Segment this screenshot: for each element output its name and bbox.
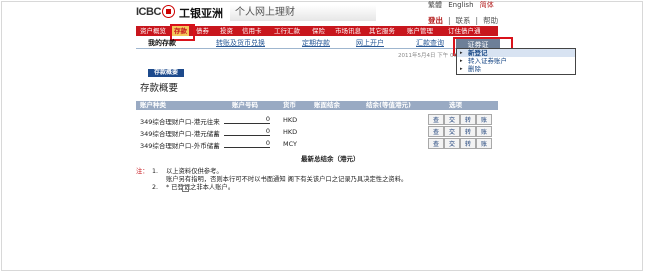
col-account-type: 账户种类: [140, 101, 166, 109]
transfer-button[interactable]: 转: [460, 114, 476, 125]
account-type: 349综合理财户口-外币储蓄: [140, 142, 220, 150]
nav-item-securities[interactable]: 订住债户通: [448, 26, 481, 36]
transaction-button[interactable]: 交: [444, 126, 460, 137]
help-link[interactable]: 帮助: [483, 16, 498, 25]
enquiry-button[interactable]: 查: [428, 138, 444, 149]
icbc-logo-icon: [162, 5, 175, 18]
notes: 注： 1. 以上资料仅供参考。 账户另有指明，否则本行可不时以书面通知 阁下有关…: [136, 168, 496, 208]
col-currency: 货币: [283, 101, 296, 109]
nav-item-account-mgmt[interactable]: 账户管理: [407, 26, 433, 36]
lang-traditional[interactable]: 繁體: [428, 1, 442, 9]
currency: MCY: [283, 140, 298, 148]
page-title: 存款概要: [140, 83, 179, 94]
transaction-button[interactable]: 交: [444, 114, 460, 125]
transfer-button[interactable]: 转: [460, 126, 476, 137]
nav-item-credit-card[interactable]: 信用卡: [242, 26, 262, 36]
account-type: 349综合理财户口-港元往来: [140, 118, 220, 126]
summary-tab: 存款概要: [148, 69, 184, 77]
total-balance-label: 最新总结余（港元）: [301, 155, 360, 163]
account-number-value: 0: [224, 139, 270, 148]
enquiry-button[interactable]: 查: [428, 126, 444, 137]
col-options: 选项: [449, 101, 462, 109]
statement-button[interactable]: 账: [476, 126, 492, 137]
brand-logo-text: ICBC: [136, 6, 161, 18]
subnav-time-deposit[interactable]: 定期存款: [302, 38, 330, 48]
table-row: 349综合理财户口-港元往来 0 HKD 查 交 转 账: [136, 114, 498, 126]
subnav-remit-enquiry[interactable]: 汇款查询: [416, 38, 444, 48]
securities-dropdown: 新登记 转入证券账户 删除: [456, 48, 576, 75]
logout-link[interactable]: 登出: [428, 16, 443, 25]
subnav-transfer-fx[interactable]: 转账及货币兑换: [216, 38, 265, 48]
currency: HKD: [283, 116, 298, 124]
account-type: 349综合理财户口-港元储蓄: [140, 130, 220, 138]
notes-marker: 注：: [136, 168, 149, 175]
note-number: 1.: [152, 168, 159, 175]
account-number-value: 0: [224, 115, 270, 124]
transaction-button[interactable]: 交: [444, 138, 460, 149]
nav-item-insurance[interactable]: 保险: [312, 26, 325, 36]
login-timestamp: 2011年5月4日 下午 06: [398, 53, 457, 59]
contact-link[interactable]: 联系: [456, 16, 471, 25]
subnav-my-deposits[interactable]: 我的存款: [148, 38, 176, 48]
currency: HKD: [283, 128, 298, 136]
checkbox-icon: [182, 185, 189, 192]
subnav-open-account[interactable]: 网上开户: [356, 38, 384, 48]
dropdown-item-delete[interactable]: 删除: [457, 65, 575, 73]
sub-nav: 我的存款 转账及货币兑换 定期存款 网上开户 汇款查询: [136, 37, 498, 49]
statement-button[interactable]: 账: [476, 114, 492, 125]
enquiry-button[interactable]: 查: [428, 114, 444, 125]
table-header: 账户种类 账户号码 货币 账面结余 结余(等值港元) 选项: [136, 101, 498, 110]
header-actions: 登出 | 联系 | 帮助: [428, 16, 499, 25]
nav-item-overview[interactable]: 资户概览: [140, 26, 166, 36]
lang-english[interactable]: English: [448, 1, 473, 9]
nav-item-invest[interactable]: 投资: [220, 26, 233, 36]
table-row: 349综合理财户口-外币储蓄 0 MCY 查 交 转 账: [136, 138, 498, 150]
nav-item-remittance[interactable]: 工行汇款: [274, 26, 300, 36]
note-text: * 已登记之非本人账户。: [166, 184, 235, 191]
note-number: 2.: [152, 184, 159, 191]
statement-button[interactable]: 账: [476, 138, 492, 149]
nav-item-market-info[interactable]: 市场讯息: [335, 26, 361, 36]
dropdown-item-register[interactable]: 新登记: [457, 49, 575, 57]
nav-item-other-services[interactable]: 其它服务: [369, 26, 395, 36]
dropdown-item-transfer-in[interactable]: 转入证券账户: [457, 57, 575, 65]
language-links: 繁體 English 简体: [428, 0, 498, 10]
section-title: 个人网上理财: [230, 5, 376, 21]
table-row: 349综合理财户口-港元储蓄 0 HKD 查 交 转 账: [136, 126, 498, 138]
transfer-button[interactable]: 转: [460, 138, 476, 149]
col-account-number: 账户号码: [232, 101, 258, 109]
lang-simplified[interactable]: 简体: [480, 1, 494, 9]
brand-name-cn: 工银亚洲: [179, 7, 223, 20]
account-number-value: 0: [224, 127, 270, 136]
nav-item-bonds[interactable]: 债券: [196, 26, 209, 36]
col-ledger-balance: 账面结余: [314, 101, 340, 109]
col-balance-hkd: 结余(等值港元): [366, 101, 411, 109]
